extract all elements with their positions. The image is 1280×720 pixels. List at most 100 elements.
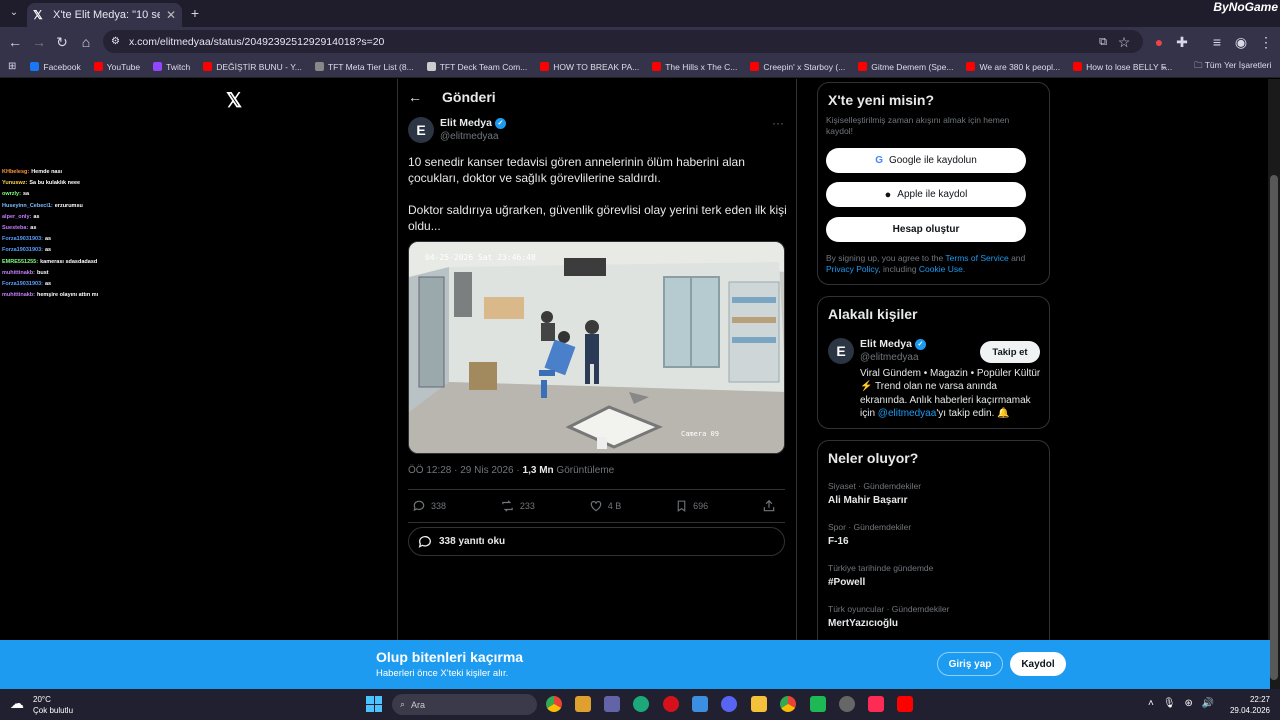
trend-item[interactable]: Siyaset · Gündemdekiler Ali Mahir Başarır [828, 481, 921, 506]
media-control-icon[interactable]: ≡ [1208, 33, 1226, 51]
url-input[interactable]: ⚙ x.com/elitmedyaa/status/20492392512929… [103, 30, 1143, 53]
all-bookmarks-folder[interactable]: 🗀 Tüm Yer İşaretleri [1194, 60, 1271, 74]
author-name[interactable]: Elit Medya ✓ [440, 117, 506, 129]
forward-icon[interactable]: → [30, 33, 48, 51]
author-avatar[interactable]: E [408, 117, 434, 143]
teams-icon[interactable] [604, 696, 620, 712]
all-bookmarks-label: Tüm Yer İşaretleri [1204, 59, 1272, 70]
bookmark-star-icon[interactable]: ☆ [1115, 33, 1133, 51]
cookie-link[interactable]: Cookie Use [919, 264, 963, 274]
close-tab-icon[interactable]: ✕ [166, 8, 176, 22]
bookmark-label: TFT Deck Team Com... [439, 61, 528, 72]
bookmark-item[interactable]: Twitch [153, 62, 190, 72]
profile-icon[interactable]: ◉ [1232, 33, 1250, 51]
store-icon[interactable] [575, 696, 591, 712]
login-button[interactable]: Giriş yap [937, 652, 1003, 676]
post-time[interactable]: ÖÖ 12:28 · 29 Nis 2026 · [408, 465, 523, 476]
related-bio-link[interactable]: @elitmedyaa [878, 408, 937, 419]
site-info-icon[interactable]: ⚙ [111, 36, 120, 47]
cctv-video-frame: 04-25-2026 Sat 23:46:48 Camera 09 [409, 242, 784, 453]
tab-list-chevron-icon[interactable]: ⌄ [5, 4, 23, 22]
create-account-button[interactable]: Hesap oluştur [826, 217, 1026, 242]
scrollbar-thumb[interactable] [1270, 175, 1278, 680]
back-arrow-icon[interactable]: ← [408, 89, 422, 105]
bookmark-item[interactable]: Facebook [30, 62, 81, 72]
taskbar-search[interactable]: ⌕ Ara [392, 694, 537, 715]
related-name[interactable]: Elit Medya ✓ [860, 338, 926, 350]
youtube-icon[interactable] [897, 696, 913, 712]
bookmark-label: We are 380 k peopl... [979, 61, 1061, 72]
home-icon[interactable]: ⌂ [77, 33, 95, 51]
browser-tab[interactable]: 𝕏 X'te Elit Medya: "10 senedir ka ✕ [27, 3, 182, 27]
author-handle[interactable]: @elitmedyaa [440, 131, 499, 142]
x-logo-icon[interactable]: 𝕏 [226, 88, 242, 113]
apple-signup-button[interactable]: ● Apple ile kaydol [826, 182, 1026, 207]
scrollbar[interactable] [1268, 79, 1280, 689]
chat-username: Forza19031903: [2, 281, 43, 288]
bookmark-item[interactable]: The Hills x The C... [652, 62, 737, 72]
repost-icon [502, 500, 513, 512]
chat-text: as [44, 236, 52, 243]
related-handle[interactable]: @elitmedyaa [860, 352, 919, 363]
bookmark-item[interactable]: We are 380 k peopl... [966, 62, 1060, 72]
trend-item[interactable]: Spor · Gündemdekiler F-16 [828, 522, 911, 547]
tiktok-icon[interactable] [868, 696, 884, 712]
stream-chat-overlay: KHbelesg: Hemde nası Yunuswz: Sa bu kulaklı… [2, 167, 202, 301]
chrome-active-icon[interactable] [780, 696, 796, 712]
google-signup-button[interactable]: G Google ile kaydolun [826, 148, 1026, 173]
reload-icon[interactable]: ↻ [53, 33, 71, 51]
bookmark-item[interactable]: Gitme Demem (Spe... [858, 62, 953, 72]
extension-icon[interactable]: ● [1150, 33, 1168, 51]
follow-button[interactable]: Takip et [980, 341, 1040, 363]
read-replies-button[interactable]: 338 yanıtı oku [408, 527, 785, 556]
bookmark-favicon-icon [30, 62, 40, 71]
file-explorer-icon[interactable] [751, 696, 767, 712]
chat-username: Forza19031903: [2, 247, 43, 254]
bookmark-item[interactable]: YouTube [93, 62, 140, 72]
install-app-icon[interactable]: ⧉ [1094, 33, 1112, 51]
menu-icon[interactable]: ⋮ [1257, 33, 1275, 51]
chat-message: Forza19031903: as [2, 245, 202, 256]
post-video[interactable]: 04-25-2026 Sat 23:46:48 Camera 09 [408, 241, 785, 454]
bookmark-favicon-icon [966, 62, 976, 71]
trend-category: Türkiye tarihinde gündemde [828, 563, 934, 573]
chat-text: sa [22, 191, 30, 198]
new-tab-icon[interactable]: + [186, 4, 204, 22]
bookmark-item[interactable]: HOW TO BREAK PA... [540, 62, 639, 72]
back-icon[interactable]: ← [6, 33, 24, 51]
tray-icons[interactable]: ˄🎙⊛🔊 [1148, 698, 1223, 709]
chat-text: Sa bu kulaklık neee [29, 180, 81, 187]
repost-button[interactable]: 233 [500, 499, 535, 513]
bookmark-item[interactable]: How to lose BELLY F... [1073, 62, 1172, 72]
bookmark-item[interactable]: TFT Deck Team Com... [426, 61, 528, 72]
trend-item[interactable]: Türk oyuncular · Gündemdekiler MertYazıcı… [828, 604, 949, 629]
bookmark-item[interactable]: DEĞİŞTİR BUNU - Y... [203, 62, 302, 72]
bookmark-item[interactable]: Creepin' x Starboy (... [750, 62, 845, 72]
privacy-link[interactable]: Privacy Policy [826, 264, 878, 274]
app-settings-icon[interactable] [839, 696, 855, 712]
mail-icon[interactable] [692, 696, 708, 712]
edge-icon[interactable] [633, 696, 649, 712]
more-options-icon[interactable]: ··· [772, 116, 784, 130]
bookmark-item[interactable]: TFT Meta Tier List (8... [314, 62, 414, 72]
related-name-text: Elit Medya [860, 338, 912, 350]
legal-text-4: . [962, 264, 966, 274]
taskbar-clock[interactable]: 22:27 29.04.2026 [1230, 694, 1270, 716]
chrome-icon[interactable] [546, 696, 562, 712]
opera-icon[interactable] [663, 696, 679, 712]
start-icon[interactable] [366, 696, 382, 712]
share-button[interactable] [762, 499, 781, 513]
more-bookmarks-icon[interactable]: » [1162, 62, 1167, 72]
apps-grid-icon[interactable]: ⊞ [8, 61, 16, 72]
bookmark-button[interactable]: 696 [675, 499, 708, 513]
related-avatar[interactable]: E [828, 338, 854, 364]
chat-message: Suesteba: as [2, 223, 202, 234]
terms-link[interactable]: Terms of Service [945, 253, 1008, 263]
trend-item[interactable]: Türkiye tarihinde gündemde #Powell [828, 563, 933, 588]
extensions-puzzle-icon[interactable]: ✚ [1173, 33, 1191, 51]
signup-button[interactable]: Kaydol [1010, 652, 1066, 676]
like-button[interactable]: 4 B [589, 499, 621, 513]
app-green-icon[interactable] [810, 696, 826, 712]
reply-button[interactable]: 338 [412, 499, 446, 513]
discord-icon[interactable] [721, 696, 737, 712]
